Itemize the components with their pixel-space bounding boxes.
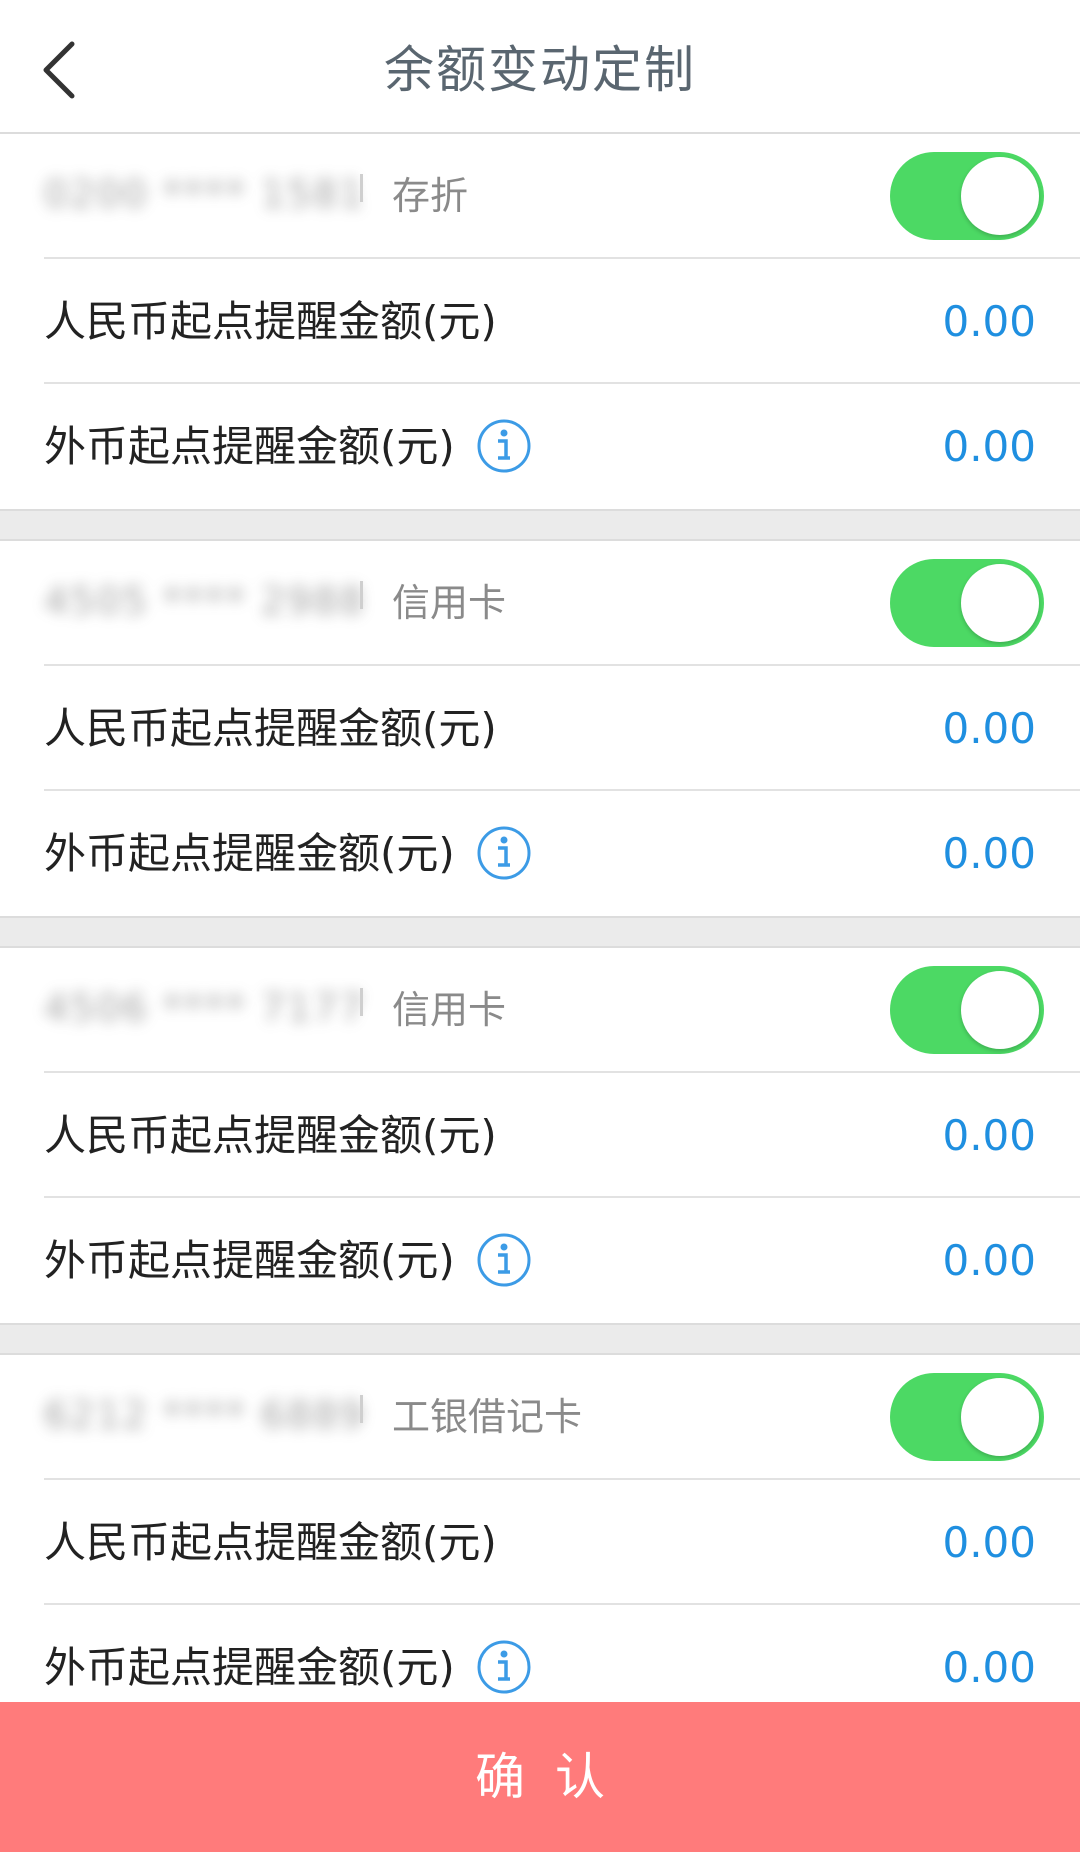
account-number: 4506 **** 7177 [44,986,366,1030]
info-icon[interactable] [476,1232,532,1288]
rmb-threshold-label: 人民币起点提醒金额(元) [44,297,497,346]
divider [360,174,363,202]
account-notify-toggle[interactable] [890,559,1044,647]
toggle-knob [961,971,1039,1049]
divider [360,581,363,609]
account-card: 4506 **** 7177 信用卡 人民币起点提醒金额(元) 0.00 外币起… [0,946,1080,1325]
info-icon[interactable] [476,825,532,881]
rmb-threshold-label: 人民币起点提醒金额(元) [44,1111,497,1160]
info-icon[interactable] [476,1639,532,1695]
account-type: 信用卡 [392,988,507,1032]
account-number: 0200 **** 1581 [44,172,366,216]
fx-threshold-value[interactable]: 0.00 [942,1198,1036,1323]
toggle-knob [961,564,1039,642]
account-notify-toggle[interactable] [890,966,1044,1054]
rmb-threshold-value[interactable]: 0.00 [942,666,1036,791]
rmb-threshold-label: 人民币起点提醒金额(元) [44,704,497,753]
fx-threshold-value[interactable]: 0.00 [942,791,1036,916]
account-type: 信用卡 [392,581,507,625]
account-header-row: 4506 **** 7177 信用卡 [44,948,1080,1073]
rmb-threshold-row[interactable]: 人民币起点提醒金额(元) 0.00 [44,1480,1080,1605]
account-notify-toggle[interactable] [890,152,1044,240]
account-type: 工银借记卡 [392,1395,583,1439]
account-card: 0200 **** 1581 存折 人民币起点提醒金额(元) 0.00 外币起点… [0,134,1080,511]
fx-threshold-label: 外币起点提醒金额(元) [44,1236,455,1285]
rmb-threshold-row[interactable]: 人民币起点提醒金额(元) 0.00 [44,1073,1080,1198]
rmb-threshold-row[interactable]: 人民币起点提醒金额(元) 0.00 [44,259,1080,384]
account-header-row: 0200 **** 1581 存折 [44,134,1080,259]
fx-threshold-row[interactable]: 外币起点提醒金额(元) 0.00 [44,1198,1080,1323]
account-notify-toggle[interactable] [890,1373,1044,1461]
header-bar: 余额变动定制 [0,0,1080,134]
account-list: 0200 **** 1581 存折 人民币起点提醒金额(元) 0.00 外币起点… [0,134,1080,1732]
divider [360,988,363,1016]
fx-threshold-row[interactable]: 外币起点提醒金额(元) 0.00 [44,791,1080,916]
account-card: 4505 **** 2988 信用卡 人民币起点提醒金额(元) 0.00 外币起… [0,539,1080,918]
fx-threshold-row[interactable]: 外币起点提醒金额(元) 0.00 [44,384,1080,509]
fx-threshold-label: 外币起点提醒金额(元) [44,422,455,471]
account-number: 4505 **** 2988 [44,579,366,623]
rmb-threshold-value[interactable]: 0.00 [942,1480,1036,1605]
rmb-threshold-value[interactable]: 0.00 [942,259,1036,384]
rmb-threshold-row[interactable]: 人民币起点提醒金额(元) 0.00 [44,666,1080,791]
account-header-row: 4505 **** 2988 信用卡 [44,541,1080,666]
divider [360,1395,363,1423]
account-number: 6212 **** 6889 [44,1393,366,1437]
confirm-button[interactable]: 确认 [0,1702,1080,1852]
rmb-threshold-label: 人民币起点提醒金额(元) [44,1518,497,1567]
fx-threshold-label: 外币起点提醒金额(元) [44,829,455,878]
toggle-knob [961,1378,1039,1456]
account-type: 存折 [392,174,469,218]
page-title: 余额变动定制 [384,41,696,99]
info-icon[interactable] [476,418,532,474]
fx-threshold-value[interactable]: 0.00 [942,384,1036,509]
toggle-knob [961,157,1039,235]
account-header-row: 6212 **** 6889 工银借记卡 [44,1355,1080,1480]
rmb-threshold-value[interactable]: 0.00 [942,1073,1036,1198]
account-card: 6212 **** 6889 工银借记卡 人民币起点提醒金额(元) 0.00 外… [0,1353,1080,1732]
